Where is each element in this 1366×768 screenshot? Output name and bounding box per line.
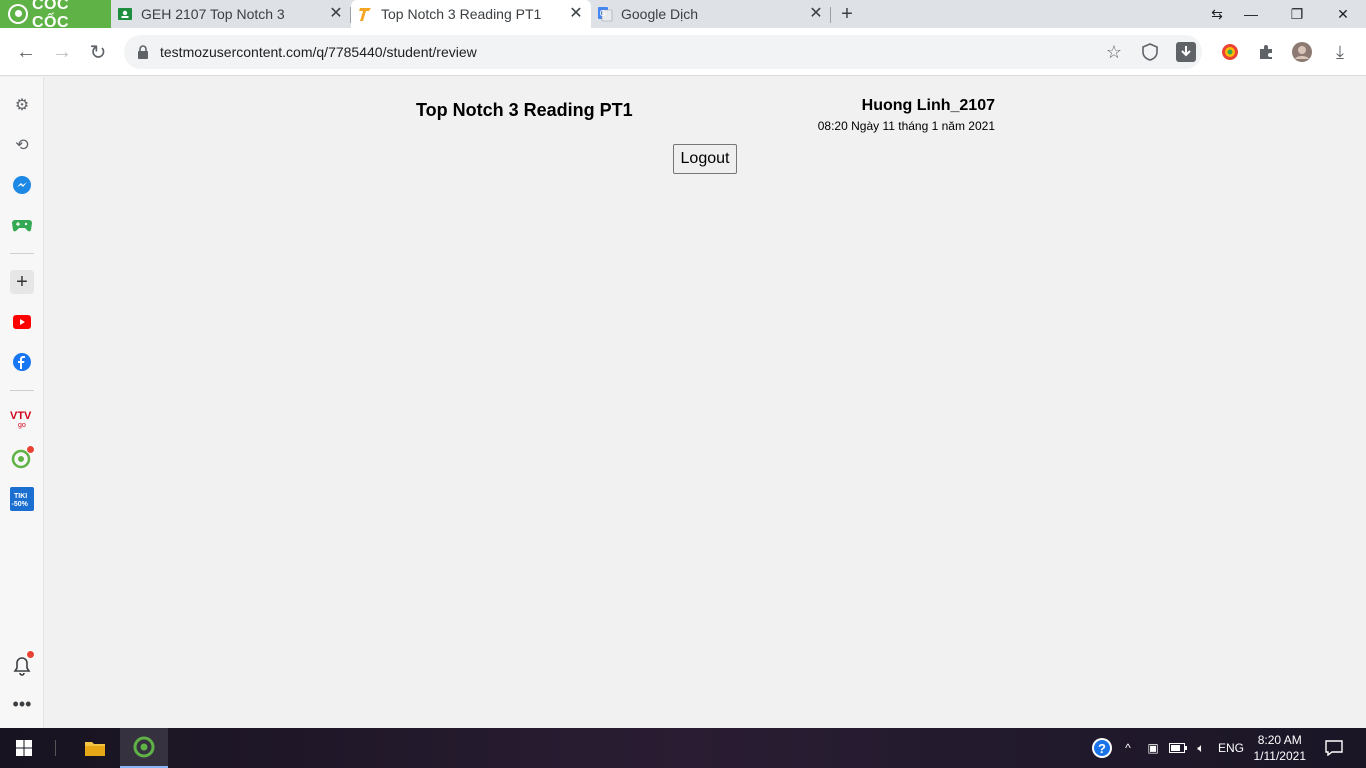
svg-text:TIKI: TIKI: [14, 493, 27, 500]
action-center-icon[interactable]: [1320, 728, 1348, 768]
savior-download-icon[interactable]: [1174, 40, 1198, 64]
taskbar-clock[interactable]: 8:20 AM 1/11/2021: [1254, 732, 1307, 764]
tab-classroom[interactable]: GEH 2107 Top Notch 3 ✕: [111, 0, 351, 28]
language-indicator[interactable]: ENG: [1216, 740, 1246, 756]
show-hidden-icons[interactable]: ^: [1120, 740, 1136, 756]
tab-title: GEH 2107 Top Notch 3: [141, 6, 285, 22]
new-tab-button[interactable]: +: [836, 3, 858, 25]
forward-icon[interactable]: →: [48, 38, 76, 66]
svg-text:-50%: -50%: [12, 501, 29, 508]
svg-text:G: G: [600, 9, 606, 18]
browser-toolbar: ← → ↻ testmozusercontent.com/q/7785440/s…: [0, 28, 1366, 76]
restore-icon[interactable]: ❐: [1274, 0, 1320, 28]
tab-strip: CỐC CỐC GEH 2107 Top Notch 3 ✕ Top Notch…: [0, 0, 1366, 31]
meet-now-icon[interactable]: ▣: [1144, 740, 1162, 756]
url-text: testmozusercontent.com/q/7785440/student…: [160, 44, 477, 60]
tab-google-translate[interactable]: G Google Dịch ✕: [591, 0, 831, 28]
windows-taskbar: ? ^ ▣ 🔈︎ ENG 8:20 AM 1/11/2021: [0, 728, 1366, 768]
close-window-icon[interactable]: ✕: [1320, 0, 1366, 28]
vtv-go-icon[interactable]: VTV go: [10, 406, 34, 430]
close-tab-icon[interactable]: ✕: [807, 5, 825, 23]
game-controller-icon[interactable]: [10, 213, 34, 237]
notification-dot: [26, 445, 35, 454]
back-icon[interactable]: ←: [12, 38, 40, 66]
timestamp: 08:20 Ngày 11 tháng 1 năm 2021: [817, 119, 995, 133]
user-name: Huong Linh_2107: [861, 97, 995, 114]
page-content: Top Notch 3 Reading PT1 Huong Linh_2107 …: [44, 77, 1366, 728]
notification-dot: [26, 650, 35, 659]
close-tab-icon[interactable]: ✕: [327, 5, 345, 23]
youtube-icon[interactable]: [10, 310, 34, 334]
reload-icon[interactable]: ↻: [84, 38, 112, 66]
help-icon[interactable]: ?: [1090, 737, 1114, 759]
settings-gear-icon[interactable]: ⚙: [10, 93, 34, 117]
minimize-icon[interactable]: —: [1228, 0, 1274, 28]
volume-icon[interactable]: 🔈︎: [1192, 740, 1210, 756]
quizizz-icon: [357, 6, 373, 22]
page-title: Top Notch 3 Reading PT1: [416, 100, 633, 120]
more-options-icon[interactable]: •••: [10, 692, 34, 716]
classroom-icon: [117, 6, 133, 22]
tab-separator: [830, 7, 831, 23]
svg-text:?: ?: [1098, 741, 1106, 756]
taskbar-divider: [55, 740, 56, 756]
sidebar-divider: [10, 390, 34, 391]
profile-avatar[interactable]: [1290, 40, 1314, 64]
add-shortcut-icon[interactable]: +: [10, 270, 34, 294]
tab-quiz[interactable]: Top Notch 3 Reading PT1 ✕: [351, 0, 591, 28]
battery-icon[interactable]: [1168, 740, 1188, 756]
coccoc-logo-icon: [8, 4, 28, 24]
close-tab-icon[interactable]: ✕: [567, 5, 585, 23]
windows-start-icon[interactable]: [0, 728, 48, 768]
messenger-icon[interactable]: [10, 173, 34, 197]
sidebar-divider: [10, 253, 34, 254]
history-icon[interactable]: ⟲: [10, 133, 34, 157]
downloads-icon[interactable]: ⤓: [1328, 40, 1352, 64]
extensions-puzzle-icon[interactable]: [1254, 40, 1278, 64]
clock-date: 1/11/2021: [1253, 749, 1307, 763]
coccoc-taskbar-icon[interactable]: [120, 728, 168, 768]
facebook-icon[interactable]: [10, 350, 34, 374]
coccoc-menu-button[interactable]: CỐC CỐC: [0, 0, 111, 31]
clock-time: 8:20 AM: [1257, 733, 1302, 747]
svg-text:VTV: VTV: [10, 410, 32, 422]
tiki-icon[interactable]: TIKI -50%: [10, 487, 34, 511]
tab-title: Top Notch 3 Reading PT1: [381, 6, 542, 22]
coccoc-extension-icon[interactable]: [10, 445, 35, 471]
google-translate-icon: G: [597, 6, 613, 22]
svg-text:go: go: [18, 422, 26, 429]
bookmark-star-icon[interactable]: ☆: [1102, 40, 1126, 64]
shield-icon[interactable]: [1138, 40, 1162, 64]
tab-title: Google Dịch: [621, 6, 699, 22]
logout-button[interactable]: Logout: [673, 144, 737, 174]
sidebar: ⚙ ⟲ + VTV go TIKI -50% •••: [0, 77, 44, 728]
lock-icon: [136, 44, 150, 60]
extension-colorful-icon[interactable]: [1218, 40, 1242, 64]
notifications-bell-icon[interactable]: [10, 650, 35, 678]
file-explorer-icon[interactable]: [72, 728, 118, 768]
address-bar[interactable]: testmozusercontent.com/q/7785440/student…: [124, 35, 1202, 69]
